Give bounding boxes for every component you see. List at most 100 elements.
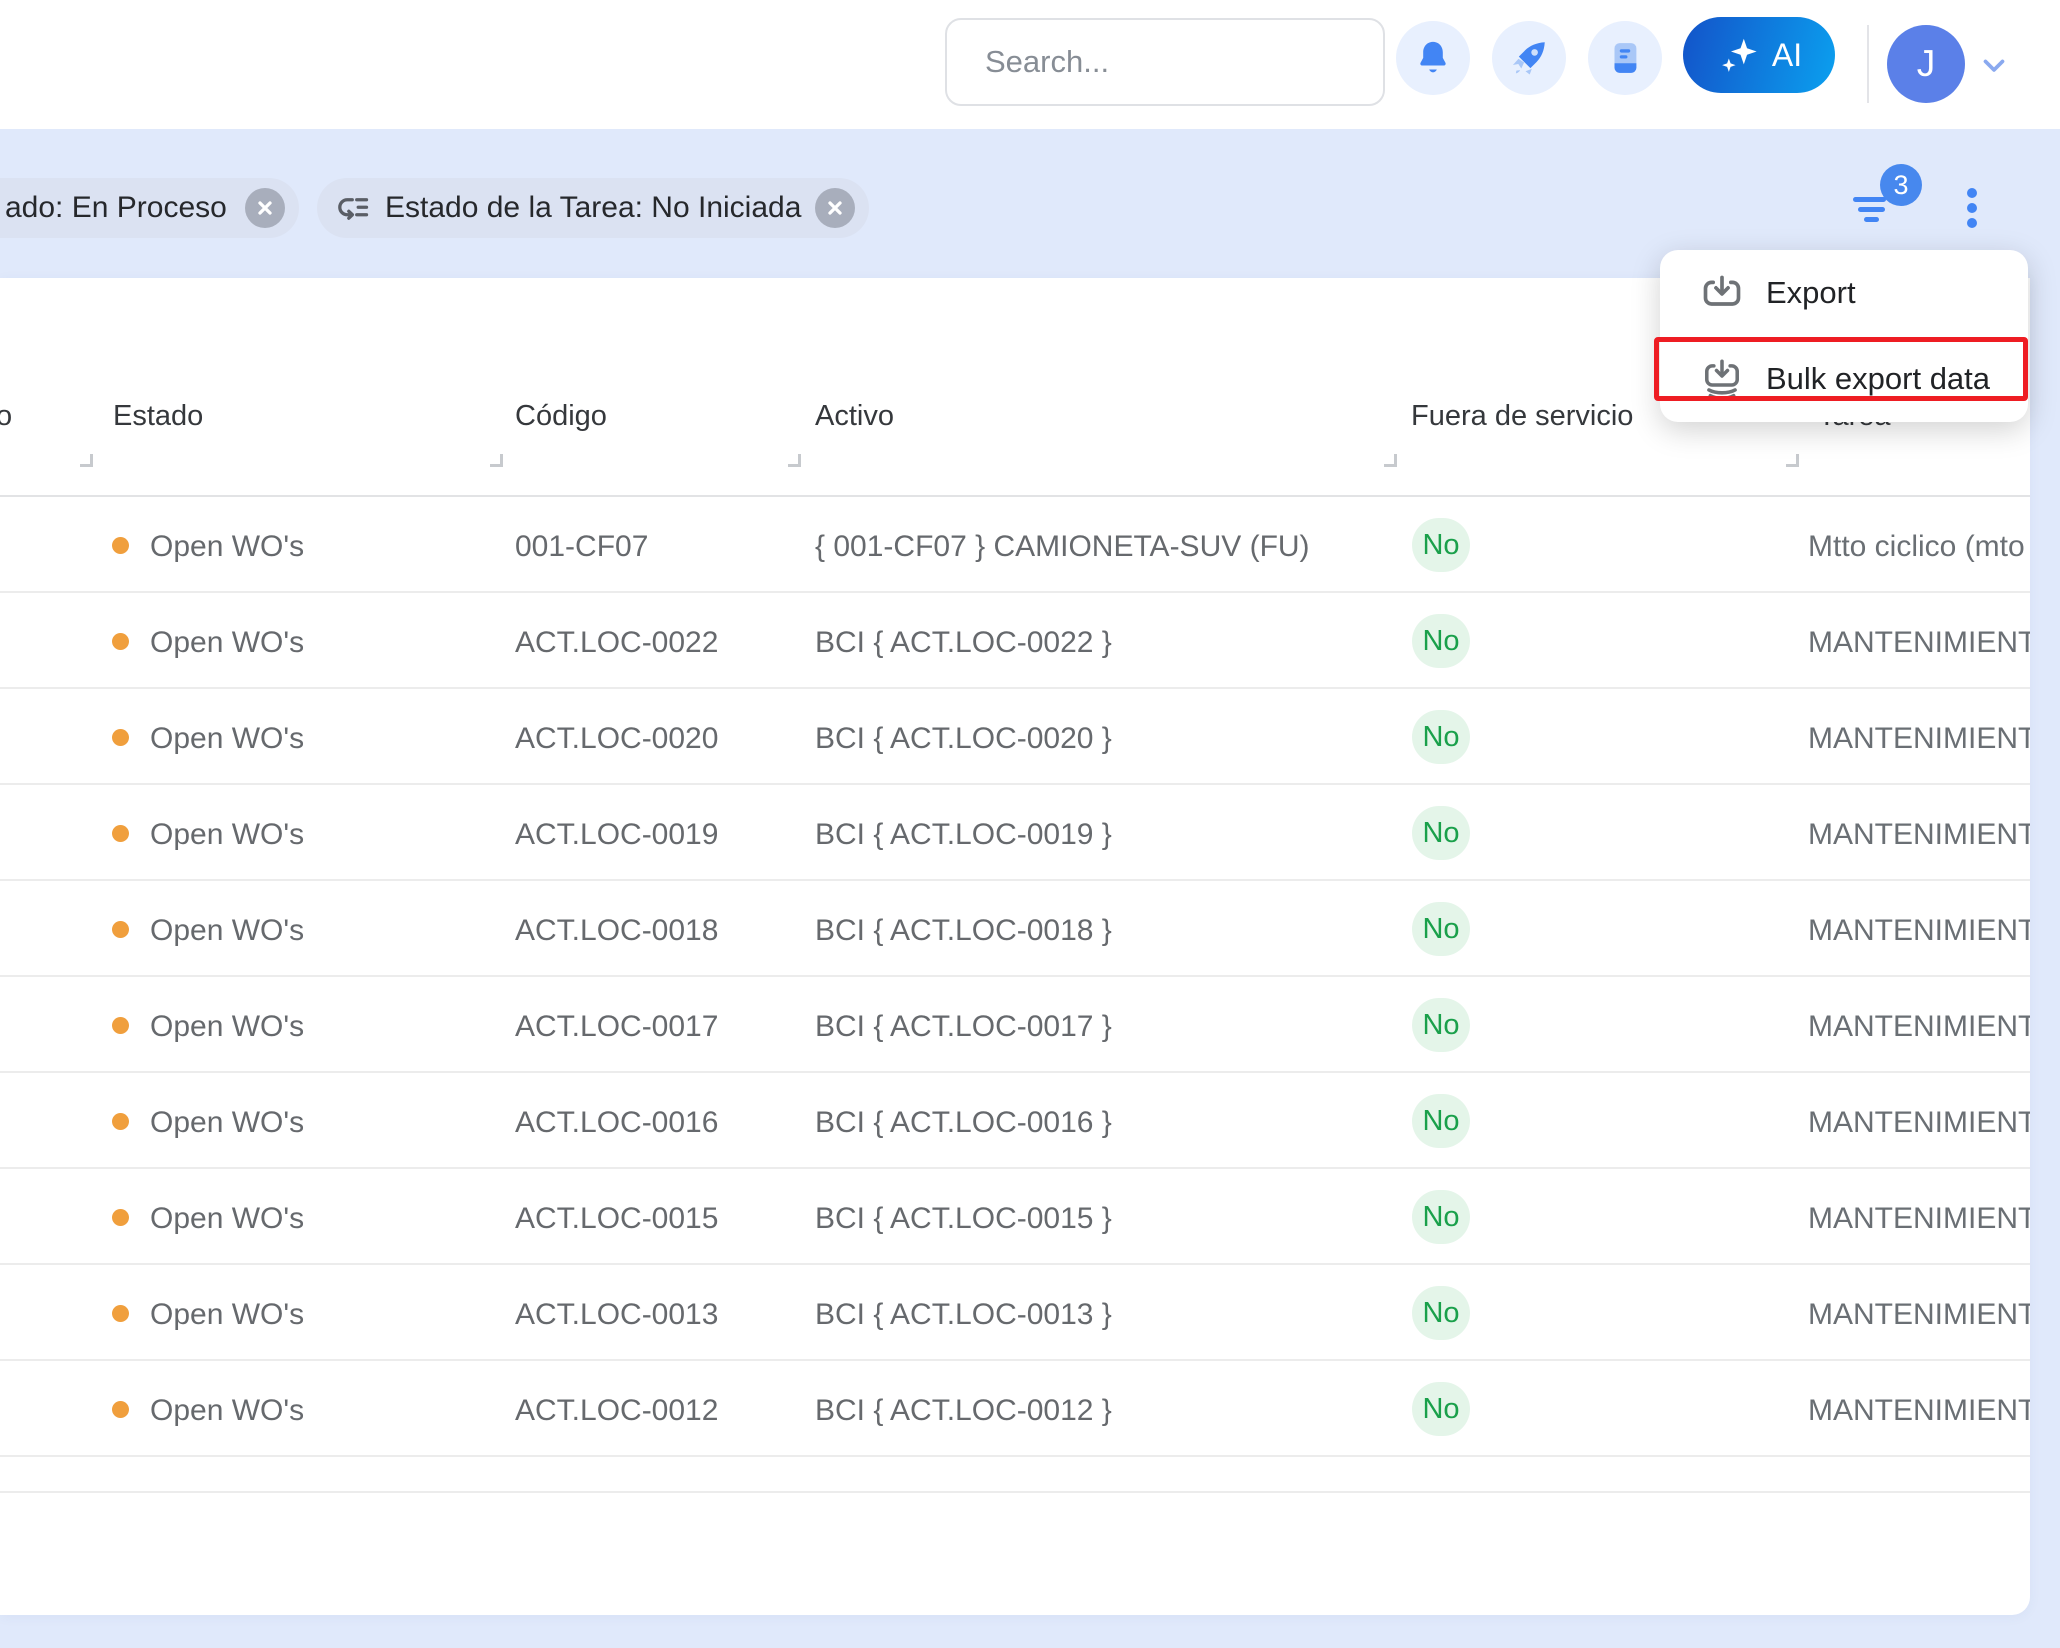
table-row[interactable]: Open WO's ACT.LOC-0022 BCI { ACT.LOC-002…: [0, 593, 2030, 689]
cell-estado: Open WO's: [150, 914, 304, 948]
export-menu: Export Bulk export data: [1660, 250, 2028, 422]
avatar[interactable]: J: [1887, 25, 1965, 103]
search-input[interactable]: [985, 44, 1384, 80]
filter-chip-label: ado: En Proceso: [5, 191, 227, 225]
filter-chip-label: Estado de la Tarea: No Iniciada: [385, 191, 801, 225]
table-row[interactable]: Open WO's ACT.LOC-0017 BCI { ACT.LOC-001…: [0, 977, 2030, 1073]
cell-estado: Open WO's: [150, 1106, 304, 1140]
whats-new-button[interactable]: [1492, 21, 1566, 95]
cell-codigo: 001-CF07: [515, 530, 648, 564]
table-row[interactable]: Open WO's ACT.LOC-0019 BCI { ACT.LOC-001…: [0, 785, 2030, 881]
cell-tarea: MANTENIMIENTO: [1808, 722, 2030, 756]
work-orders-table: o Estado Código Activo Fuera de servicio…: [0, 278, 2030, 1615]
column-resize-handle[interactable]: [1384, 454, 1397, 467]
cell-activo: { 001-CF07 } CAMIONETA-SUV (FU): [815, 530, 1310, 564]
cell-codigo: ACT.LOC-0017: [515, 1010, 718, 1044]
status-dot-icon: [112, 537, 129, 554]
search-box[interactable]: [945, 18, 1385, 106]
column-resize-handle[interactable]: [1786, 454, 1799, 467]
table-body: Open WO's 001-CF07 { 001-CF07 } CAMIONET…: [0, 497, 2030, 1457]
menu-item-export[interactable]: Export: [1660, 250, 2028, 336]
menu-item-label: Bulk export data: [1766, 361, 1990, 397]
status-badge: No: [1412, 902, 1470, 956]
sparkle-icon: [1716, 32, 1762, 78]
status-badge: No: [1412, 998, 1470, 1052]
top-bar: AI J: [0, 0, 2060, 129]
status-badge: No: [1412, 1286, 1470, 1340]
notifications-button[interactable]: [1396, 21, 1470, 95]
table-row[interactable]: Open WO's ACT.LOC-0012 BCI { ACT.LOC-001…: [0, 1361, 2030, 1457]
column-header-fuera-de-servicio[interactable]: Fuera de servicio: [1411, 400, 1633, 433]
kebab-menu-icon: [1967, 188, 1977, 198]
more-options-button[interactable]: [1960, 184, 1984, 234]
cell-tarea: MANTENIMIENTO: [1808, 1010, 2030, 1044]
column-header-codigo[interactable]: Código: [515, 400, 607, 433]
cell-codigo: ACT.LOC-0022: [515, 626, 718, 660]
status-dot-icon: [112, 1305, 129, 1322]
docs-button[interactable]: [1588, 21, 1662, 95]
remove-filter-button[interactable]: [245, 188, 285, 228]
cell-estado: Open WO's: [150, 1202, 304, 1236]
filter-count-value: 3: [1893, 170, 1908, 201]
cell-codigo: ACT.LOC-0018: [515, 914, 718, 948]
column-header-estado[interactable]: Estado: [113, 400, 203, 433]
ai-button-label: AI: [1772, 37, 1802, 74]
status-dot-icon: [112, 1401, 129, 1418]
cell-tarea: MANTENIMIENTO: [1808, 914, 2030, 948]
cell-activo: BCI { ACT.LOC-0017 }: [815, 1010, 1112, 1044]
table-row[interactable]: Open WO's 001-CF07 { 001-CF07 } CAMIONET…: [0, 497, 2030, 593]
cell-activo: BCI { ACT.LOC-0013 }: [815, 1298, 1112, 1332]
cell-codigo: ACT.LOC-0013: [515, 1298, 718, 1332]
status-badge: No: [1412, 806, 1470, 860]
cell-tarea: MANTENIMIENTO: [1808, 1298, 2030, 1332]
download-icon: [1700, 271, 1744, 315]
column-resize-handle[interactable]: [788, 454, 801, 467]
status-badge: No: [1412, 1190, 1470, 1244]
kebab-menu-icon: [1967, 203, 1977, 213]
cell-estado: Open WO's: [150, 818, 304, 852]
table-row[interactable]: Open WO's ACT.LOC-0013 BCI { ACT.LOC-001…: [0, 1265, 2030, 1361]
filter-chip-estado-tarea[interactable]: Estado de la Tarea: No Iniciada: [317, 178, 869, 238]
filter-count-badge: 3: [1880, 164, 1922, 206]
kebab-menu-icon: [1967, 218, 1977, 228]
funnel-icon: [1853, 197, 1886, 202]
status-dot-icon: [112, 1017, 129, 1034]
cell-codigo: ACT.LOC-0012: [515, 1394, 718, 1428]
table-end-strip: [0, 1457, 2030, 1493]
remove-filter-button[interactable]: [815, 188, 855, 228]
topbar-divider: [1867, 25, 1869, 103]
status-dot-icon: [112, 921, 129, 938]
filter-chip-estado[interactable]: ado: En Proceso: [0, 178, 299, 238]
cell-estado: Open WO's: [150, 1010, 304, 1044]
column-header-activo[interactable]: Activo: [815, 400, 894, 433]
table-row[interactable]: Open WO's ACT.LOC-0016 BCI { ACT.LOC-001…: [0, 1073, 2030, 1169]
cell-activo: BCI { ACT.LOC-0016 }: [815, 1106, 1112, 1140]
column-resize-handle[interactable]: [490, 454, 503, 467]
cell-codigo: ACT.LOC-0019: [515, 818, 718, 852]
cell-tarea: MANTENIMIENTO: [1808, 626, 2030, 660]
column-resize-handle[interactable]: [80, 454, 93, 467]
avatar-initial: J: [1917, 43, 1936, 85]
menu-item-label: Export: [1766, 275, 1856, 311]
table-row[interactable]: Open WO's ACT.LOC-0018 BCI { ACT.LOC-001…: [0, 881, 2030, 977]
table-row[interactable]: Open WO's ACT.LOC-0015 BCI { ACT.LOC-001…: [0, 1169, 2030, 1265]
table-row[interactable]: Open WO's ACT.LOC-0020 BCI { ACT.LOC-002…: [0, 689, 2030, 785]
status-badge: No: [1412, 1382, 1470, 1436]
ai-assistant-button[interactable]: AI: [1683, 17, 1835, 93]
status-dot-icon: [112, 825, 129, 842]
chevron-down-icon: [1977, 48, 2011, 82]
cell-estado: Open WO's: [150, 1298, 304, 1332]
cell-tarea: MANTENIMIENTO: [1808, 1394, 2030, 1428]
account-menu-button[interactable]: [1977, 48, 2011, 82]
status-dot-icon: [112, 1113, 129, 1130]
close-icon: [255, 198, 275, 218]
cell-tarea: Mtto ciclico (mto: [1808, 530, 2030, 564]
cell-estado: Open WO's: [150, 626, 304, 660]
cell-tarea: MANTENIMIENTO: [1808, 1202, 2030, 1236]
funnel-icon: [1864, 217, 1879, 222]
column-header-truncated[interactable]: o: [0, 400, 12, 433]
cell-activo: BCI { ACT.LOC-0022 }: [815, 626, 1112, 660]
cell-estado: Open WO's: [150, 1394, 304, 1428]
menu-item-bulk-export[interactable]: Bulk export data: [1660, 336, 2028, 422]
funnel-icon: [1858, 207, 1885, 212]
